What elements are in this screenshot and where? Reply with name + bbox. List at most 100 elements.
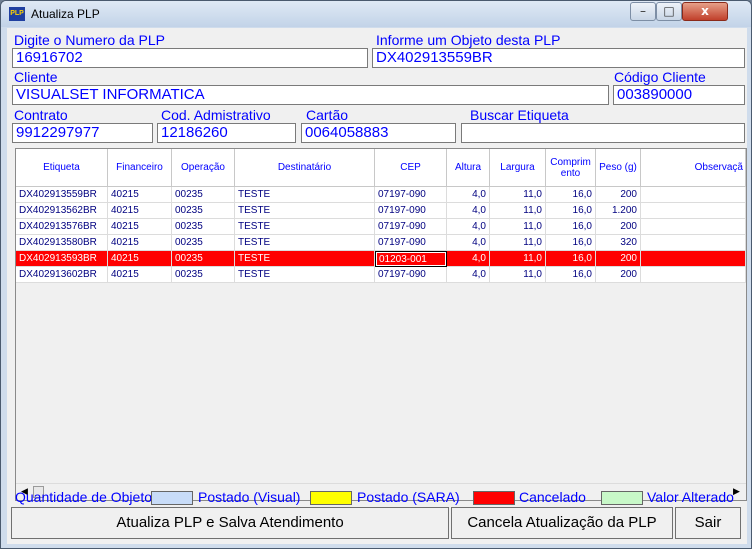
cell-comprimento[interactable]: 16,0	[546, 187, 596, 203]
cell-cep[interactable]: 07197-090	[375, 267, 447, 283]
search-label-field[interactable]	[461, 123, 745, 143]
cell-observacao[interactable]	[641, 251, 746, 267]
cell-peso[interactable]: 200	[596, 267, 641, 283]
cell-financeiro[interactable]: 40215	[108, 187, 172, 203]
header-peso[interactable]: Peso (g)	[596, 149, 641, 187]
window-title: Atualiza PLP	[31, 7, 100, 21]
cell-destinatario[interactable]: TESTE	[235, 267, 375, 283]
header-destinatario[interactable]: Destinatário	[235, 149, 375, 187]
cell-destinatario[interactable]: TESTE	[235, 251, 375, 267]
table-row[interactable]: DX402913562BR 40215 00235 TESTE 07197-09…	[16, 203, 746, 219]
cell-peso[interactable]: 200	[596, 251, 641, 267]
admin-code-field[interactable]: 12186260	[157, 123, 296, 143]
cancel-update-button[interactable]: Cancela Atualização da PLP	[451, 507, 673, 539]
cell-destinatario[interactable]: TESTE	[235, 235, 375, 251]
cell-largura[interactable]: 11,0	[490, 187, 546, 203]
legend-posted-sara: Postado (SARA)	[357, 489, 460, 505]
cell-observacao[interactable]	[641, 187, 746, 203]
cell-operacao[interactable]: 00235	[172, 235, 235, 251]
legend-swatch-value-changed	[601, 491, 643, 505]
cell-comprimento[interactable]: 16,0	[546, 235, 596, 251]
header-comprimento[interactable]: Comprim ento	[546, 149, 596, 187]
cell-destinatario[interactable]: TESTE	[235, 187, 375, 203]
cell-operacao[interactable]: 00235	[172, 219, 235, 235]
cell-etiqueta[interactable]: DX402913559BR	[16, 187, 108, 203]
client-field[interactable]: VISUALSET INFORMATICA	[12, 85, 609, 105]
cell-cep[interactable]: 07197-090	[375, 187, 447, 203]
cell-altura[interactable]: 4,0	[447, 219, 490, 235]
table-row[interactable]: DX402913580BR 40215 00235 TESTE 07197-09…	[16, 235, 746, 251]
cell-etiqueta[interactable]: DX402913562BR	[16, 203, 108, 219]
cell-operacao[interactable]: 00235	[172, 203, 235, 219]
cell-largura[interactable]: 11,0	[490, 251, 546, 267]
table-row[interactable]: DX402913576BR 40215 00235 TESTE 07197-09…	[16, 219, 746, 235]
exit-button[interactable]: Sair	[675, 507, 741, 539]
cell-altura[interactable]: 4,0	[447, 267, 490, 283]
cell-observacao[interactable]	[641, 203, 746, 219]
client-code-field[interactable]: 003890000	[613, 85, 745, 105]
cell-largura[interactable]: 11,0	[490, 235, 546, 251]
table-row-selected[interactable]: DX402913593BR 40215 00235 TESTE 01203-00…	[16, 251, 746, 267]
cell-cep[interactable]: 07197-090	[375, 203, 447, 219]
search-label-label: Buscar Etiqueta	[470, 107, 569, 123]
cell-destinatario[interactable]: TESTE	[235, 219, 375, 235]
cell-etiqueta[interactable]: DX402913580BR	[16, 235, 108, 251]
contract-field[interactable]: 9912297977	[12, 123, 153, 143]
header-largura[interactable]: Largura	[490, 149, 546, 187]
cell-financeiro[interactable]: 40215	[108, 267, 172, 283]
header-altura[interactable]: Altura	[447, 149, 490, 187]
cell-cep[interactable]: 07197-090	[375, 219, 447, 235]
cell-etiqueta[interactable]: DX402913602BR	[16, 267, 108, 283]
header-observacao[interactable]: Observaçã	[641, 149, 746, 187]
cell-etiqueta[interactable]: DX402913576BR	[16, 219, 108, 235]
cell-altura[interactable]: 4,0	[447, 203, 490, 219]
header-financeiro[interactable]: Financeiro	[108, 149, 172, 187]
header-operacao[interactable]: Operação	[172, 149, 235, 187]
cell-peso[interactable]: 320	[596, 235, 641, 251]
cell-peso[interactable]: 200	[596, 219, 641, 235]
minimize-button[interactable]: –	[630, 2, 656, 21]
cell-financeiro[interactable]: 40215	[108, 251, 172, 267]
cell-altura[interactable]: 4,0	[447, 187, 490, 203]
cell-altura[interactable]: 4,0	[447, 251, 490, 267]
cell-etiqueta[interactable]: DX402913593BR	[16, 251, 108, 267]
cell-operacao[interactable]: 00235	[172, 251, 235, 267]
cell-financeiro[interactable]: 40215	[108, 235, 172, 251]
cell-observacao[interactable]	[641, 267, 746, 283]
cell-largura[interactable]: 11,0	[490, 219, 546, 235]
cell-comprimento[interactable]: 16,0	[546, 219, 596, 235]
cell-operacao[interactable]: 00235	[172, 187, 235, 203]
cell-destinatario[interactable]: TESTE	[235, 203, 375, 219]
cell-largura[interactable]: 11,0	[490, 203, 546, 219]
header-cep[interactable]: CEP	[375, 149, 447, 187]
title-bar[interactable]: PLP Atualiza PLP – □ x	[1, 1, 751, 27]
contract-label: Contrato	[14, 107, 68, 123]
cell-financeiro[interactable]: 40215	[108, 203, 172, 219]
object-field[interactable]: DX402913559BR	[372, 48, 745, 68]
cell-cep[interactable]: 07197-090	[375, 235, 447, 251]
cell-comprimento[interactable]: 16,0	[546, 267, 596, 283]
update-plp-button[interactable]: Atualiza PLP e Salva Atendimento	[11, 507, 449, 539]
form-area: Digite o Numero da PLP 16916702 Informe …	[7, 28, 747, 544]
cell-peso[interactable]: 1.200	[596, 203, 641, 219]
header-etiqueta[interactable]: Etiqueta	[16, 149, 108, 187]
cell-observacao[interactable]	[641, 219, 746, 235]
cell-peso[interactable]: 200	[596, 187, 641, 203]
legend-swatch-posted-sara	[310, 491, 352, 505]
close-button[interactable]: x	[682, 2, 728, 21]
table-row[interactable]: DX402913602BR 40215 00235 TESTE 07197-09…	[16, 267, 746, 283]
table-row[interactable]: DX402913559BR 40215 00235 TESTE 07197-09…	[16, 187, 746, 203]
cell-altura[interactable]: 4,0	[447, 235, 490, 251]
cell-operacao[interactable]: 00235	[172, 267, 235, 283]
cell-comprimento[interactable]: 16,0	[546, 251, 596, 267]
plp-number-field[interactable]: 16916702	[12, 48, 368, 68]
cell-financeiro[interactable]: 40215	[108, 219, 172, 235]
cell-cep-focused[interactable]: 01203-001	[375, 251, 447, 267]
client-code-label: Código Cliente	[614, 69, 706, 85]
maximize-button[interactable]: □	[656, 2, 682, 21]
card-field[interactable]: 0064058883	[301, 123, 456, 143]
cell-observacao[interactable]	[641, 235, 746, 251]
cell-largura[interactable]: 11,0	[490, 267, 546, 283]
cell-comprimento[interactable]: 16,0	[546, 203, 596, 219]
app-icon: PLP	[9, 7, 25, 21]
